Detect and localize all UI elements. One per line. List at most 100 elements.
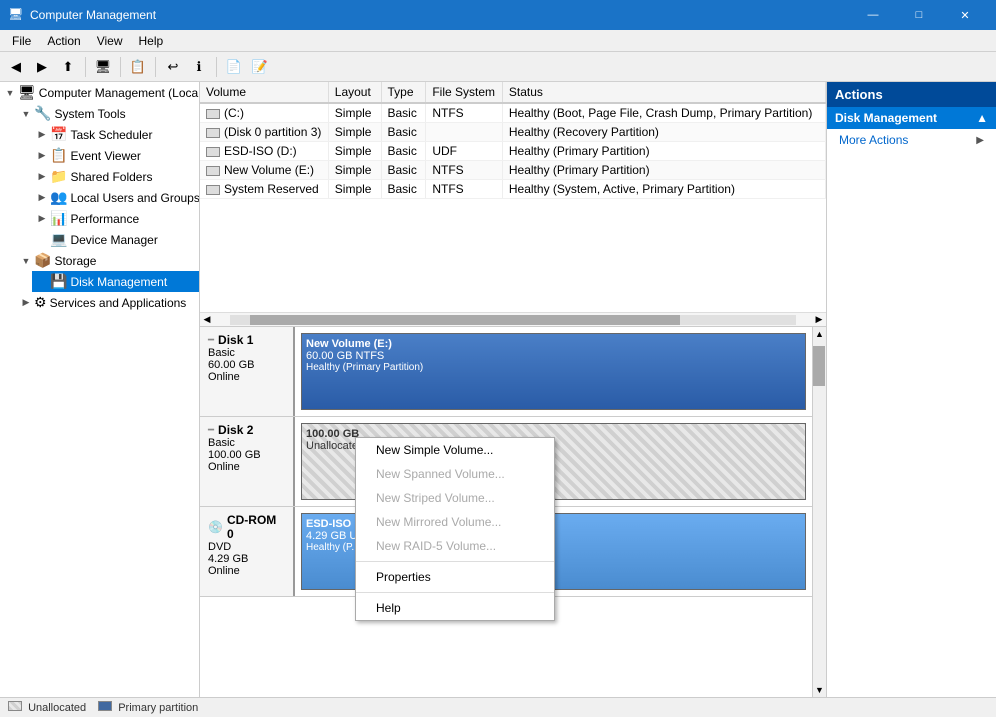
disk-area-vscrollbar: ▲ ▼ [812,327,826,697]
ctx-new-striped: New Striped Volume... [356,486,554,510]
menu-file[interactable]: File [4,32,39,50]
h-scroll-track[interactable] [230,315,796,325]
toolbar-btn-7[interactable]: 📝 [248,55,272,79]
disk-2-name: Disk 2 [218,423,253,437]
tree-item-local-users[interactable]: ▶ 👥 Local Users and Groups [32,187,199,208]
tree-expand-shared-folders[interactable]: ▶ [34,169,50,185]
tree-item-system-tools[interactable]: ▼ 🔧 System Tools [16,103,199,124]
tree-expand-storage[interactable]: ▼ [18,253,34,269]
col-volume[interactable]: Volume [200,82,328,103]
horizontal-scrollbar[interactable]: ◀ ▶ [200,312,826,326]
minimize-button[interactable]: — [850,0,896,30]
col-status[interactable]: Status [502,82,825,103]
col-filesystem[interactable]: File System [426,82,503,103]
disk-1-partitions: New Volume (E:) 60.00 GB NTFS Healthy (P… [295,327,812,416]
more-actions-arrow-icon: ▶ [976,135,984,146]
tree-item-shared-folders[interactable]: ▶ 📁 Shared Folders [32,166,199,187]
disk-row-2: ━ Disk 2 Basic 100.00 GB Online 100.00 G… [200,417,826,507]
status-legend: Unallocated Primary partition [8,701,198,714]
tree-item-storage[interactable]: ▼ 📦 Storage [16,250,199,271]
toolbar-sep-2 [120,57,121,77]
legend-item-primary: Primary partition [98,701,198,714]
menu-bar: File Action View Help [0,30,996,52]
disk-2-status: Online [208,461,285,473]
h-scroll-right[interactable]: ▶ [812,313,826,327]
vscroll-up[interactable]: ▲ [813,327,826,341]
toolbar-forward[interactable]: ▶ [30,55,54,79]
title-bar-text: Computer Management [30,8,850,22]
toolbar-sep-3 [155,57,156,77]
status-bar: Unallocated Primary partition [0,697,996,717]
vscroll-down[interactable]: ▼ [813,683,826,697]
legend-item-unallocated: Unallocated [8,701,86,714]
disk-2-info: ━ Disk 2 Basic 100.00 GB Online [200,417,295,506]
ctx-sep-2 [356,592,554,593]
disk-2-size: 100.00 GB [208,449,285,461]
h-scroll-thumb[interactable] [250,315,680,325]
tree-expand-local-users[interactable]: ▶ [34,190,50,206]
tree-expand-task-scheduler[interactable]: ▶ [34,127,50,143]
toolbar-back[interactable]: ◀ [4,55,28,79]
tree-expand-services-apps[interactable]: ▶ [18,295,34,311]
tree-item-services-apps[interactable]: ▶ ⚙ Services and Applications [16,292,199,313]
tree-item-disk-management[interactable]: 💾 Disk Management [32,271,199,292]
tree-item-event-viewer[interactable]: ▶ 📋 Event Viewer [32,145,199,166]
event-viewer-icon: 📋 [50,147,67,164]
actions-disk-management-header[interactable]: Disk Management ▲ [827,107,996,129]
tree-item-device-manager[interactable]: 💻 Device Manager [32,229,199,250]
tree-expand-root[interactable]: ▼ [2,85,18,101]
toolbar-up[interactable]: ⬆ [56,55,80,79]
tree-item-task-scheduler[interactable]: ▶ 📅 Task Scheduler [32,124,199,145]
ctx-help[interactable]: Help [356,596,554,620]
tree-label-root: Computer Management (Local [39,86,200,100]
tree-expand-system-tools[interactable]: ▼ [18,106,34,122]
toolbar-btn-6[interactable]: 📄 [222,55,246,79]
disk-1-status: Online [208,371,285,383]
disk-1-partition-e[interactable]: New Volume (E:) 60.00 GB NTFS Healthy (P… [301,333,806,410]
menu-help[interactable]: Help [131,32,172,50]
ctx-new-simple[interactable]: New Simple Volume... [356,438,554,462]
h-scroll-left[interactable]: ◀ [200,313,214,327]
col-type[interactable]: Type [381,82,426,103]
table-row[interactable]: New Volume (E:) SimpleBasicNTFS Healthy … [200,161,826,180]
tree-label-storage: Storage [54,254,96,268]
volume-table-area: Volume Layout Type File System Status (C… [200,82,826,312]
close-button[interactable]: ✕ [942,0,988,30]
center-panel: Volume Layout Type File System Status (C… [200,82,826,697]
table-row[interactable]: (C:) SimpleBasicNTFS Healthy (Boot, Page… [200,103,826,123]
maximize-button[interactable]: □ [896,0,942,30]
tree-item-performance[interactable]: ▶ 📊 Performance [32,208,199,229]
tree-panel: ▼ 🖥 Computer Management (Local ▼ 🔧 Syste… [0,82,200,697]
vscroll-thumb[interactable] [813,346,825,386]
computer-icon: 🖥 [18,84,36,101]
menu-view[interactable]: View [89,32,131,50]
disk-visual-area: ━ Disk 1 Basic 60.00 GB Online New Volum… [200,326,826,697]
table-row[interactable]: (Disk 0 partition 3) SimpleBasic Healthy… [200,123,826,142]
context-menu: New Simple Volume... New Spanned Volume.… [355,437,555,621]
cdrom-size: 4.29 GB [208,553,285,565]
services-apps-icon: ⚙ [34,294,47,311]
legend-primary-icon [98,701,112,711]
disk-1-size: 60.00 GB [208,359,285,371]
disk-1-type: Basic [208,347,285,359]
actions-more-actions[interactable]: More Actions ▶ [827,129,996,151]
ctx-properties[interactable]: Properties [356,565,554,589]
tree-expand-event-viewer[interactable]: ▶ [34,148,50,164]
tree-item-root[interactable]: ▼ 🖥 Computer Management (Local [0,82,199,103]
main-container: ▼ 🖥 Computer Management (Local ▼ 🔧 Syste… [0,82,996,697]
col-layout[interactable]: Layout [328,82,381,103]
disk-1-vol-size: 60.00 GB NTFS [306,350,801,362]
menu-action[interactable]: Action [39,32,88,50]
toolbar-show-hide-tree[interactable]: 📋 [126,55,150,79]
toolbar-sep-1 [85,57,86,77]
table-row[interactable]: System Reserved SimpleBasicNTFS Healthy … [200,180,826,199]
tree-expand-performance[interactable]: ▶ [34,211,50,227]
tree-label-disk-management: Disk Management [70,275,167,289]
task-scheduler-icon: 📅 [50,126,67,143]
toolbar-btn-4[interactable]: ↩ [161,55,185,79]
table-row[interactable]: ESD-ISO (D:) SimpleBasicUDF Healthy (Pri… [200,142,826,161]
performance-icon: 📊 [50,210,67,227]
toolbar-computer[interactable]: 🖥 [91,55,115,79]
ctx-new-raid5: New RAID-5 Volume... [356,534,554,558]
toolbar-btn-5[interactable]: ℹ [187,55,211,79]
